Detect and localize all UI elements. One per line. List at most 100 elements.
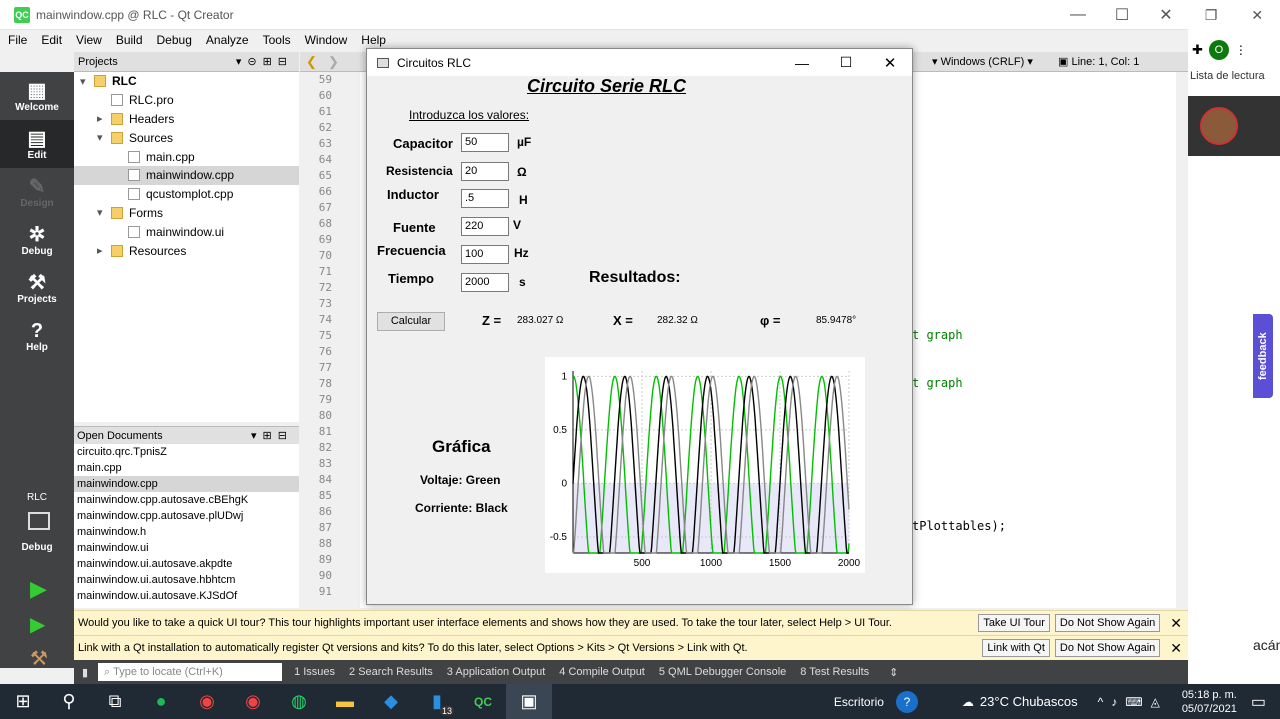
help-icon[interactable]: ? bbox=[895, 690, 918, 713]
vscode-icon[interactable]: ◆ bbox=[368, 684, 414, 719]
dont-show-again-button[interactable]: Do Not Show Again bbox=[1054, 639, 1161, 657]
menu-window[interactable]: Window bbox=[305, 33, 348, 47]
close-button[interactable]: ✕ bbox=[1144, 0, 1188, 30]
restore-icon[interactable]: ❐ bbox=[1205, 7, 1218, 24]
output-tab[interactable]: 4 Compile Output bbox=[559, 666, 645, 678]
expand-arrow-icon[interactable]: ▸ bbox=[97, 112, 111, 125]
link-with-qt-button[interactable]: Link with Qt bbox=[982, 639, 1050, 657]
dialog-maximize-button[interactable]: ☐ bbox=[824, 54, 868, 71]
browser-close-icon[interactable]: ✕ bbox=[1251, 7, 1263, 24]
search-icon[interactable]: ⚲ bbox=[46, 684, 92, 719]
inductor-input[interactable]: .5 bbox=[461, 189, 509, 208]
open-document-item[interactable]: mainwindow.ui.autosave.akpdte bbox=[74, 556, 299, 572]
mode-help[interactable]: ? Help bbox=[0, 312, 74, 360]
output-tab[interactable]: 8 Test Results bbox=[800, 666, 869, 678]
expand-arrow-icon[interactable]: ▾ bbox=[97, 131, 111, 144]
tree-item[interactable]: qcustomplot.cpp bbox=[74, 185, 299, 204]
calcular-button[interactable]: Calcular bbox=[377, 312, 445, 331]
task-view-icon[interactable]: ⧉ bbox=[92, 684, 138, 719]
expand-arrow-icon[interactable]: ▾ bbox=[97, 206, 111, 219]
output-tab[interactable]: 2 Search Results bbox=[349, 666, 433, 678]
close-icon[interactable]: ✕ bbox=[1170, 640, 1182, 657]
tray-icons[interactable]: ^♪⌨◬ bbox=[1098, 695, 1168, 709]
menu-tools[interactable]: Tools bbox=[263, 33, 291, 47]
extensions-icon[interactable]: ✚ bbox=[1192, 42, 1203, 58]
mode-projects[interactable]: ⚒ Projects bbox=[0, 264, 74, 312]
output-tab[interactable]: 5 QML Debugger Console bbox=[659, 666, 786, 678]
profile-avatar[interactable]: O bbox=[1208, 40, 1229, 60]
dialog-minimize-button[interactable]: — bbox=[780, 55, 824, 71]
whatsapp-icon[interactable]: ◍ bbox=[276, 684, 322, 719]
open-document-item[interactable]: mainwindow.cpp.autosave.cBEhgK bbox=[74, 492, 299, 508]
files-icon[interactable]: ▮ 13 bbox=[414, 684, 460, 719]
resistencia-input[interactable]: 20 bbox=[461, 162, 509, 181]
open-document-item[interactable]: mainwindow.h bbox=[74, 524, 299, 540]
open-document-item[interactable]: circuito.qrc.TpnisZ bbox=[74, 444, 299, 460]
locator-input[interactable]: ⌕ Type to locate (Ctrl+K) bbox=[98, 663, 283, 681]
tree-item[interactable]: mainwindow.ui bbox=[74, 222, 299, 241]
tree-item[interactable]: ▾ Forms bbox=[74, 204, 299, 223]
feedback-tab[interactable]: feedback bbox=[1253, 314, 1273, 398]
menu-help[interactable]: Help bbox=[361, 33, 386, 47]
open-document-item[interactable]: mainwindow.cpp bbox=[74, 476, 299, 492]
file-explorer-icon[interactable]: ▬ bbox=[322, 684, 368, 719]
tree-item[interactable]: mainwindow.cpp bbox=[74, 165, 299, 185]
back-icon[interactable]: ❮ bbox=[306, 54, 317, 70]
waveform-chart[interactable]: 500 1000 1500 2000 1 0.5 0 -0.5 bbox=[545, 357, 865, 573]
tree-item[interactable]: ▸ Headers bbox=[74, 110, 299, 129]
notification-icon[interactable]: ▭ bbox=[1251, 692, 1266, 712]
output-tab[interactable]: 3 Application Output bbox=[447, 666, 545, 678]
chrome-profile-icon[interactable]: ◉ bbox=[230, 684, 276, 719]
projects-toolbar-icons[interactable]: ▾⊝⊞⊟ bbox=[236, 55, 293, 68]
tree-item[interactable]: RLC.pro bbox=[74, 91, 299, 110]
open-document-item[interactable]: mainwindow.ui.autosave.KJSdOf bbox=[74, 588, 299, 604]
tree-item[interactable]: ▾ Sources bbox=[74, 128, 299, 147]
menu-edit[interactable]: Edit bbox=[41, 33, 62, 47]
mode-edit[interactable]: ▤ Edit bbox=[0, 120, 74, 168]
updown-icon[interactable]: ⇕ bbox=[889, 666, 898, 679]
mode-welcome[interactable]: ▦ Welcome bbox=[0, 72, 74, 120]
take-ui-tour-button[interactable]: Take UI Tour bbox=[978, 614, 1050, 632]
docs-toolbar-icons[interactable]: ▾⊞⊟ bbox=[251, 429, 293, 442]
cursor-position[interactable]: ▣ Line: 1, Col: 1 bbox=[1058, 55, 1139, 68]
desktop-toolbar[interactable]: Escritorio bbox=[834, 695, 884, 709]
open-document-item[interactable]: mainwindow.ui.autosave.hbhtcm bbox=[74, 572, 299, 588]
spotify-icon[interactable]: ● bbox=[138, 684, 184, 719]
menu-file[interactable]: File bbox=[8, 33, 27, 47]
run-icon[interactable]: ▶ bbox=[30, 576, 47, 602]
chrome-icon[interactable]: ◉ bbox=[184, 684, 230, 719]
line-ending-dropdown[interactable]: ▾ Windows (CRLF) ▾ bbox=[932, 55, 1033, 68]
build-hammer-icon[interactable]: ⚒ bbox=[30, 646, 48, 671]
tree-item[interactable]: ▸ Resources bbox=[74, 241, 299, 260]
start-icon[interactable]: ⊞ bbox=[0, 684, 46, 719]
avatar[interactable] bbox=[1200, 107, 1238, 145]
tiempo-input[interactable]: 2000 bbox=[461, 273, 509, 292]
clock[interactable]: 05:18 p. m. 05/07/2021 bbox=[1182, 688, 1237, 716]
rlc-app-icon[interactable]: ▣ bbox=[506, 684, 552, 719]
close-icon[interactable]: ✕ bbox=[1170, 615, 1182, 632]
open-document-item[interactable]: main.cpp bbox=[74, 460, 299, 476]
expand-arrow-icon[interactable]: ▸ bbox=[97, 244, 111, 257]
dont-show-again-button[interactable]: Do Not Show Again bbox=[1054, 614, 1161, 632]
debug-run-icon[interactable]: ▶ bbox=[30, 612, 45, 637]
fuente-input[interactable]: 220 bbox=[461, 217, 509, 236]
menu-dots-icon[interactable]: ⋮ bbox=[1235, 43, 1247, 57]
maximize-button[interactable]: ☐ bbox=[1100, 0, 1144, 30]
open-document-item[interactable]: mainwindow.ui bbox=[74, 540, 299, 556]
expand-arrow-icon[interactable]: ▾ bbox=[80, 75, 94, 88]
capacitor-input[interactable]: 50 bbox=[461, 133, 509, 152]
frecuencia-input[interactable]: 100 bbox=[461, 245, 509, 264]
menu-view[interactable]: View bbox=[76, 33, 102, 47]
output-tab[interactable]: 1 Issues bbox=[294, 666, 335, 678]
open-document-item[interactable]: mainwindow.cpp.autosave.plUDwj bbox=[74, 508, 299, 524]
mode-debug[interactable]: ✲ Debug bbox=[0, 216, 74, 264]
menu-debug[interactable]: Debug bbox=[157, 33, 192, 47]
menu-build[interactable]: Build bbox=[116, 33, 143, 47]
editor-scrollbar[interactable] bbox=[1176, 72, 1188, 608]
dialog-close-button[interactable]: ✕ bbox=[868, 54, 912, 72]
monitor-icon[interactable] bbox=[28, 512, 50, 530]
tree-item[interactable]: main.cpp bbox=[74, 147, 299, 166]
qt-creator-icon[interactable]: QC bbox=[460, 684, 506, 719]
reading-list[interactable]: Lista de lectura bbox=[1190, 70, 1265, 82]
minimize-button[interactable]: — bbox=[1056, 0, 1100, 30]
